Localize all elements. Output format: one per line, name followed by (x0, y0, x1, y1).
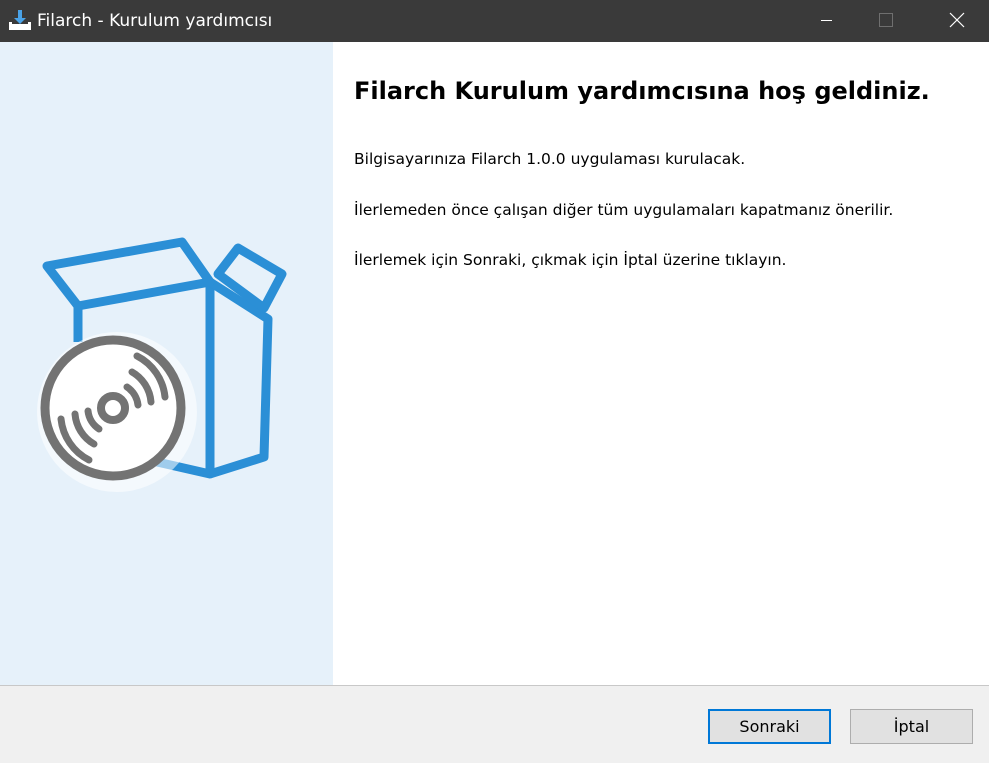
window-title: Filarch - Kurulum yardımcısı (37, 11, 273, 31)
page-title: Filarch Kurulum yardımcısına hoş geldini… (354, 77, 930, 105)
software-box-disc-illustration (37, 237, 287, 492)
button-bar: Sonraki İptal (0, 685, 989, 763)
instruction-text: İlerlemek için Sonraki, çıkmak için İpta… (354, 251, 787, 269)
maximize-icon (879, 13, 893, 27)
close-button[interactable] (927, 0, 987, 42)
next-button[interactable]: Sonraki (708, 709, 831, 744)
minimize-button[interactable] (796, 0, 856, 42)
installer-window: Filarch - Kurulum yardımcısı Filarch Kur… (0, 0, 989, 763)
side-banner (0, 42, 333, 685)
content-panel: Filarch Kurulum yardımcısına hoş geldini… (333, 42, 989, 685)
minimize-icon (821, 20, 832, 21)
installer-icon (9, 10, 31, 30)
title-bar[interactable]: Filarch - Kurulum yardımcısı (0, 0, 989, 42)
cancel-button[interactable]: İptal (850, 709, 973, 744)
install-info-text: Bilgisayarınıza Filarch 1.0.0 uygulaması… (354, 150, 746, 168)
maximize-button (855, 0, 915, 42)
close-apps-text: İlerlemeden önce çalışan diğer tüm uygul… (354, 201, 894, 219)
close-icon (949, 12, 965, 28)
